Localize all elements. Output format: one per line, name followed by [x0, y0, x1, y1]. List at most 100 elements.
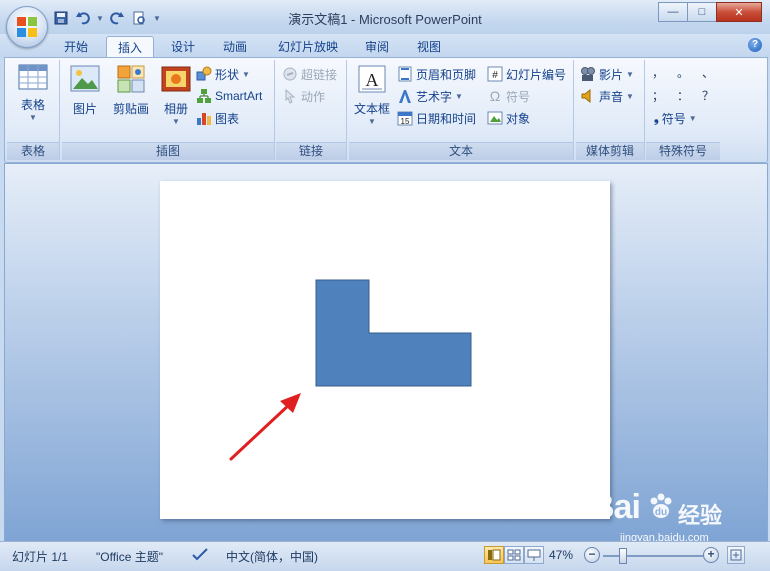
group-tables: 表格 ▼ 表格	[7, 60, 60, 160]
table-icon	[18, 64, 48, 90]
fit-to-window-button[interactable]	[727, 546, 745, 564]
object-icon	[487, 111, 503, 125]
tab-design[interactable]: 设计	[162, 36, 204, 58]
slide-counter: 幻灯片 1/1	[12, 550, 69, 564]
svg-text:du: du	[655, 507, 667, 518]
calendar-icon: 15	[397, 111, 413, 126]
title-bar: ▼ ▼ 演示文稿1 - Microsoft PowerPoint — □ ✕	[0, 0, 770, 35]
group-illustrations: 图片 剪贴画 相册 ▼ 形状 ▼ SmartArt 图表 插图	[62, 60, 275, 160]
clipart-button[interactable]: 剪贴画	[108, 64, 154, 117]
language-indicator[interactable]: 中文(简体，中国)	[226, 548, 318, 565]
textbox-button[interactable]: A 文本框 ▼	[351, 64, 393, 126]
customize-toolbar-icon[interactable]: ▼	[152, 9, 162, 27]
redo-icon[interactable]	[108, 9, 126, 27]
special-symbol-button[interactable]: ❟ 符号 ▼	[654, 109, 697, 127]
object-button[interactable]: 对象	[487, 109, 530, 127]
tab-home[interactable]: 开始	[55, 36, 97, 58]
print-preview-icon[interactable]	[130, 9, 148, 27]
watermark-brand: Bai	[590, 488, 641, 526]
group-media: 影片 ▼ 声音 ▼ 媒体剪辑	[576, 60, 645, 160]
sound-button[interactable]: 声音 ▼	[580, 87, 634, 105]
picture-label: 图片	[72, 102, 97, 116]
movie-button[interactable]: 影片 ▼	[580, 65, 634, 83]
wordart-button[interactable]: 艺术字 ▼	[397, 87, 463, 105]
minimize-button[interactable]: —	[658, 2, 688, 22]
zoom-slider-thumb[interactable]	[619, 548, 627, 564]
ribbon: 表格 ▼ 表格 图片 剪贴画 相册 ▼ 形状 ▼ SmartArt 图表 插图 …	[4, 57, 768, 163]
picture-button[interactable]: 图片	[64, 64, 106, 117]
symbol-cell[interactable]: 、	[702, 64, 714, 81]
hyperlink-icon	[283, 67, 297, 81]
chart-label: 图表	[215, 111, 240, 126]
tab-animations[interactable]: 动画	[214, 36, 256, 58]
zoom-in-button[interactable]: +	[703, 547, 719, 563]
dropdown-arrow-icon: ▼	[626, 91, 634, 101]
office-button[interactable]	[6, 6, 48, 48]
tab-view[interactable]: 视图	[408, 36, 450, 58]
group-text: A 文本框 ▼ 页眉和页脚 艺术字 ▼ 15 日期和时间 # 幻灯片编号 Ω 符…	[349, 60, 574, 160]
symbol-cell[interactable]: ；	[652, 87, 664, 104]
symbol-cell[interactable]: ：	[677, 87, 689, 104]
datetime-button[interactable]: 15 日期和时间	[397, 109, 476, 127]
wordart-label: 艺术字	[416, 89, 453, 104]
picture-icon	[70, 65, 100, 92]
slide-number-button[interactable]: # 幻灯片编号	[487, 65, 566, 83]
l-shape[interactable]	[315, 279, 473, 389]
group-label: 媒体剪辑	[576, 142, 644, 160]
undo-icon[interactable]	[74, 9, 92, 27]
help-icon[interactable]: ?	[748, 38, 762, 52]
group-label: 表格	[7, 142, 59, 160]
svg-text:15: 15	[401, 117, 410, 126]
chart-button[interactable]: 图表	[196, 109, 239, 127]
wordart-icon	[399, 90, 411, 103]
album-button[interactable]: 相册 ▼	[156, 64, 196, 126]
hyperlink-label: 超链接	[301, 67, 338, 82]
table-button-label: 表格	[20, 98, 45, 112]
red-arrow-annotation	[229, 393, 301, 461]
close-button[interactable]: ✕	[716, 2, 762, 22]
zoom-level[interactable]: 47%	[549, 548, 573, 562]
album-label: 相册	[163, 102, 188, 116]
zoom-out-button[interactable]: −	[584, 547, 600, 563]
symbol-label: 符号	[506, 89, 531, 104]
dropdown-arrow-icon: ▼	[172, 117, 180, 126]
tab-slideshow[interactable]: 幻灯片放映	[268, 36, 348, 58]
save-icon[interactable]	[52, 9, 70, 27]
dropdown-arrow-icon: ▼	[29, 113, 37, 122]
header-footer-button[interactable]: 页眉和页脚	[397, 65, 476, 83]
symbol-cell[interactable]: ？	[702, 87, 714, 104]
slideshow-view-button[interactable]	[524, 546, 544, 564]
clipart-label: 剪贴画	[112, 102, 149, 116]
normal-view-button[interactable]	[484, 546, 504, 564]
symbol-button[interactable]: Ω 符号	[487, 87, 530, 105]
action-button[interactable]: 动作	[282, 87, 325, 105]
slide-canvas[interactable]	[160, 181, 610, 519]
group-label: 特殊符号	[646, 142, 720, 160]
symbol-cell[interactable]: ，	[652, 64, 664, 81]
symbol-row-1: ， 。 、	[652, 64, 714, 81]
movie-label: 影片	[599, 67, 624, 82]
zoom-slider-track[interactable]	[603, 555, 703, 557]
quick-access-toolbar: ▼ ▼	[52, 8, 162, 28]
symbol-cell[interactable]: 。	[677, 64, 689, 81]
maximize-button[interactable]: □	[687, 2, 717, 22]
tab-insert[interactable]: 插入	[106, 36, 154, 59]
spellcheck-icon[interactable]	[192, 547, 208, 561]
shapes-icon	[196, 66, 212, 81]
dropdown-arrow-icon: ▼	[455, 91, 463, 101]
slide-sorter-button[interactable]	[504, 546, 524, 564]
slideshow-icon	[527, 549, 541, 561]
shapes-button[interactable]: 形状 ▼	[196, 65, 250, 83]
clipart-icon	[117, 65, 145, 93]
theme-name: "Office 主题"	[96, 550, 163, 564]
hyperlink-button[interactable]: 超链接	[282, 65, 337, 83]
dropdown-arrow-icon: ▼	[626, 69, 634, 79]
table-button[interactable]: 表格 ▼	[11, 64, 55, 122]
tab-review[interactable]: 审阅	[356, 36, 398, 58]
action-icon	[285, 88, 296, 104]
group-links: 超链接 动作 链接	[276, 60, 347, 160]
sound-label: 声音	[599, 89, 624, 104]
smartart-button[interactable]: SmartArt	[196, 87, 262, 105]
dropdown-arrow-icon[interactable]: ▼	[96, 9, 104, 27]
header-footer-label: 页眉和页脚	[416, 67, 477, 82]
